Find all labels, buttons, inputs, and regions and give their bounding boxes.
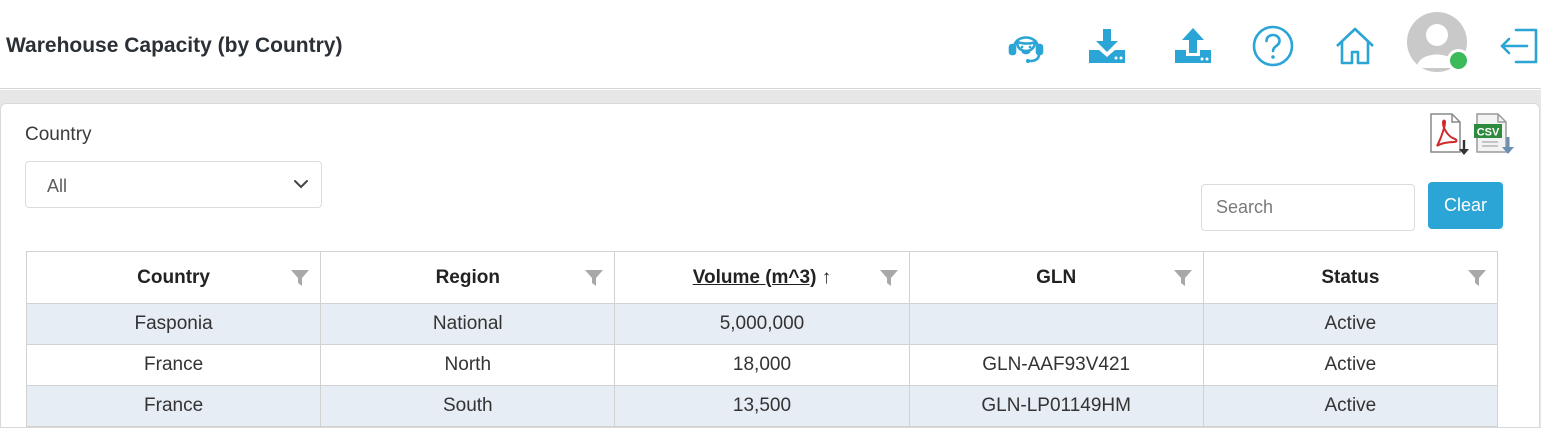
cell-volume: 13,500 <box>614 385 910 427</box>
warehouse-table: Country Region Volume (m^3) ↑ GLN Status <box>25 251 1499 427</box>
column-header-region[interactable]: Region <box>320 251 616 304</box>
cell-region: National <box>320 303 616 345</box>
column-header-volume[interactable]: Volume (m^3) ↑ <box>614 251 910 304</box>
column-header-label: GLN <box>1036 266 1077 288</box>
home-icon[interactable] <box>1333 24 1377 68</box>
cell-volume: 5,000,000 <box>614 303 910 345</box>
help-icon[interactable] <box>1251 24 1295 68</box>
column-header-label: Volume (m^3) <box>692 266 817 288</box>
column-header-status[interactable]: Status <box>1202 251 1499 304</box>
csv-export-icon[interactable]: CSV <box>1472 112 1514 156</box>
cell-gln <box>908 303 1204 345</box>
filter-icon[interactable] <box>1467 269 1487 293</box>
column-header-label: Country <box>137 266 210 288</box>
cell-country: France <box>25 344 322 386</box>
country-select-value: All <box>47 176 68 196</box>
column-header-gln[interactable]: GLN <box>908 251 1204 304</box>
search-input[interactable] <box>1201 184 1415 231</box>
page-title: Warehouse Capacity (by Country) <box>6 34 343 57</box>
filter-icon[interactable] <box>879 269 899 293</box>
sort-ascending-icon: ↑ <box>821 266 832 288</box>
cell-volume: 18,000 <box>614 344 910 386</box>
column-header-label: Region <box>435 266 500 288</box>
cell-region: South <box>320 385 616 427</box>
download-icon[interactable] <box>1085 24 1129 68</box>
upload-icon[interactable] <box>1171 24 1215 68</box>
column-header-label: Status <box>1321 266 1380 288</box>
csv-icon-text: CSV <box>1477 127 1500 139</box>
column-header-country[interactable]: Country <box>25 251 322 304</box>
filter-icon[interactable] <box>290 269 310 293</box>
table-row[interactable]: France North 18,000 GLN-AAF93V421 Active <box>25 344 1499 386</box>
cell-country: France <box>25 385 322 427</box>
country-select[interactable]: All <box>25 161 322 208</box>
filter-icon[interactable] <box>1173 269 1193 293</box>
app-header: Warehouse Capacity (by Country) <box>0 0 1541 89</box>
table-row[interactable]: Fasponia National 5,000,000 Active <box>25 303 1499 345</box>
cell-country: Fasponia <box>25 303 322 345</box>
country-filter-label: Country <box>25 124 92 145</box>
cell-gln: GLN-AAF93V421 <box>908 344 1204 386</box>
filter-icon[interactable] <box>584 269 604 293</box>
table-header-row: Country Region Volume (m^3) ↑ GLN Status <box>25 251 1499 304</box>
cell-status: Active <box>1202 344 1499 386</box>
pdf-export-icon[interactable] <box>1428 112 1470 156</box>
clear-button[interactable]: Clear <box>1428 182 1503 229</box>
cell-status: Active <box>1202 385 1499 427</box>
cell-gln: GLN-LP01149HM <box>908 385 1204 427</box>
support-agent-icon[interactable] <box>1004 24 1048 68</box>
online-status-dot <box>1447 49 1470 72</box>
chevron-down-icon <box>291 174 311 199</box>
cell-status: Active <box>1202 303 1499 345</box>
logout-icon[interactable] <box>1498 24 1541 68</box>
table-row[interactable]: France South 13,500 GLN-LP01149HM Active <box>25 385 1499 427</box>
cell-region: North <box>320 344 616 386</box>
